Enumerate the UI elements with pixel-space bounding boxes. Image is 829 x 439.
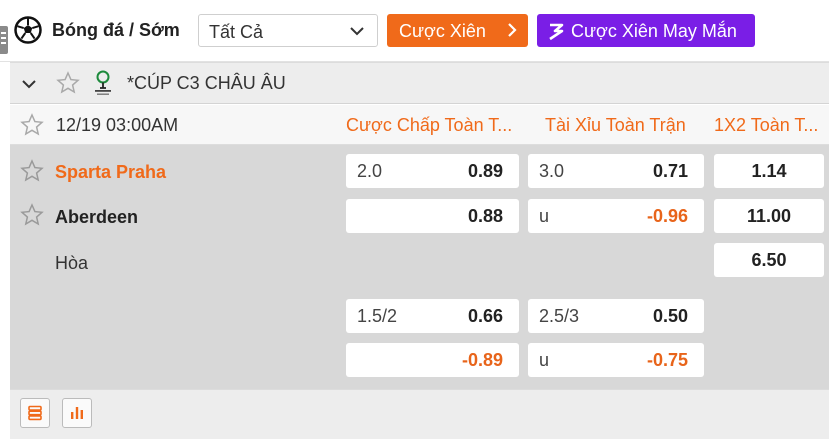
odds-value: -0.75 <box>646 350 688 370</box>
odds-value: 0.88 <box>467 206 503 226</box>
lucky-parlay-button-label: Cược Xiên May Mắn <box>571 21 737 41</box>
odds-cell-handicap-home-alt[interactable]: 1.5/2 0.66 <box>346 299 519 333</box>
home-team-name: Sparta Praha <box>55 162 167 182</box>
market-filter-value: Tất Cả <box>209 22 264 42</box>
column-header-over-under[interactable]: Tài Xỉu Toàn Trận <box>545 115 686 136</box>
odds-cell-over[interactable]: 3.0 0.71 <box>528 154 704 188</box>
odds-cell-under-alt[interactable]: u -0.75 <box>528 343 704 377</box>
handicap-line: 2.0 <box>357 161 383 181</box>
odds-value: 1.14 <box>751 161 787 181</box>
odds-value: 0.89 <box>467 161 503 181</box>
total-line: 3.0 <box>539 161 565 181</box>
odds-cell-1x2-draw[interactable]: 6.50 <box>714 243 824 277</box>
league-header[interactable]: *CÚP C3 CHÂU ÂU <box>10 62 829 104</box>
odds-value: 11.00 <box>746 206 792 226</box>
under-label: u <box>539 350 550 370</box>
odds-cell-handicap-home[interactable]: 2.0 0.89 <box>346 154 519 188</box>
sidebar-toggle-tab[interactable] <box>0 26 8 54</box>
match-odds-panel: Sparta Praha Aberdeen Hòa 2.0 0.89 0.88 … <box>10 145 829 389</box>
market-filter-select[interactable]: Tất Cả <box>198 14 378 47</box>
handicap-line: 1.5/2 <box>357 306 398 326</box>
sport-title: Bóng đá / Sớm <box>52 20 180 40</box>
column-header-handicap[interactable]: Cược Chấp Toàn T... <box>346 115 512 136</box>
league-name: *CÚP C3 CHÂU ÂU <box>127 73 286 93</box>
stats-list-button[interactable] <box>20 398 50 428</box>
away-team-name: Aberdeen <box>55 207 139 227</box>
odds-value: 0.71 <box>652 161 688 181</box>
favorite-star-icon[interactable] <box>20 203 44 227</box>
odds-cell-handicap-away-alt[interactable]: -0.89 <box>346 343 519 377</box>
odds-value: 0.50 <box>652 306 688 326</box>
favorite-star-icon[interactable] <box>20 113 44 137</box>
soccer-ball-icon <box>14 16 42 44</box>
stats-list-icon <box>28 405 42 421</box>
lucky-z-icon <box>549 23 564 41</box>
draw-label: Hòa <box>55 253 89 273</box>
odds-cell-handicap-away[interactable]: 0.88 <box>346 199 519 233</box>
lucky-parlay-button[interactable]: Cược Xiên May Mắn <box>537 14 755 47</box>
under-label: u <box>539 206 550 226</box>
odds-value: 0.66 <box>467 306 503 326</box>
match-footer <box>10 389 829 439</box>
bar-chart-icon <box>71 407 83 419</box>
chevron-down-icon[interactable] <box>20 75 38 93</box>
odds-value: -0.89 <box>461 350 503 370</box>
total-line: 2.5/3 <box>539 306 580 326</box>
favorite-star-icon[interactable] <box>20 159 44 183</box>
odds-value: -0.96 <box>646 206 688 226</box>
chevron-right-icon <box>508 23 517 37</box>
odds-cell-1x2-away[interactable]: 11.00 <box>714 199 824 233</box>
odds-cell-over-alt[interactable]: 2.5/3 0.50 <box>528 299 704 333</box>
odds-cell-1x2-home[interactable]: 1.14 <box>714 154 824 188</box>
odds-value: 6.50 <box>751 250 787 270</box>
odds-cell-under[interactable]: u -0.96 <box>528 199 704 233</box>
chart-button[interactable] <box>62 398 92 428</box>
market-header-row: 12/19 03:00AM Cược Chấp Toàn T... Tài Xỉ… <box>10 105 829 145</box>
favorite-star-icon[interactable] <box>56 71 80 95</box>
parlay-button[interactable]: Cược Xiên <box>387 14 528 47</box>
chevron-down-icon <box>350 27 364 36</box>
column-header-1x2[interactable]: 1X2 Toàn T... <box>714 115 818 136</box>
sport-header: Bóng đá / Sớm Tất Cả Cược Xiên Cược Xiên… <box>0 0 829 62</box>
match-datetime: 12/19 03:00AM <box>56 115 179 135</box>
conference-league-logo-icon <box>95 70 111 95</box>
parlay-button-label: Cược Xiên <box>399 21 486 41</box>
